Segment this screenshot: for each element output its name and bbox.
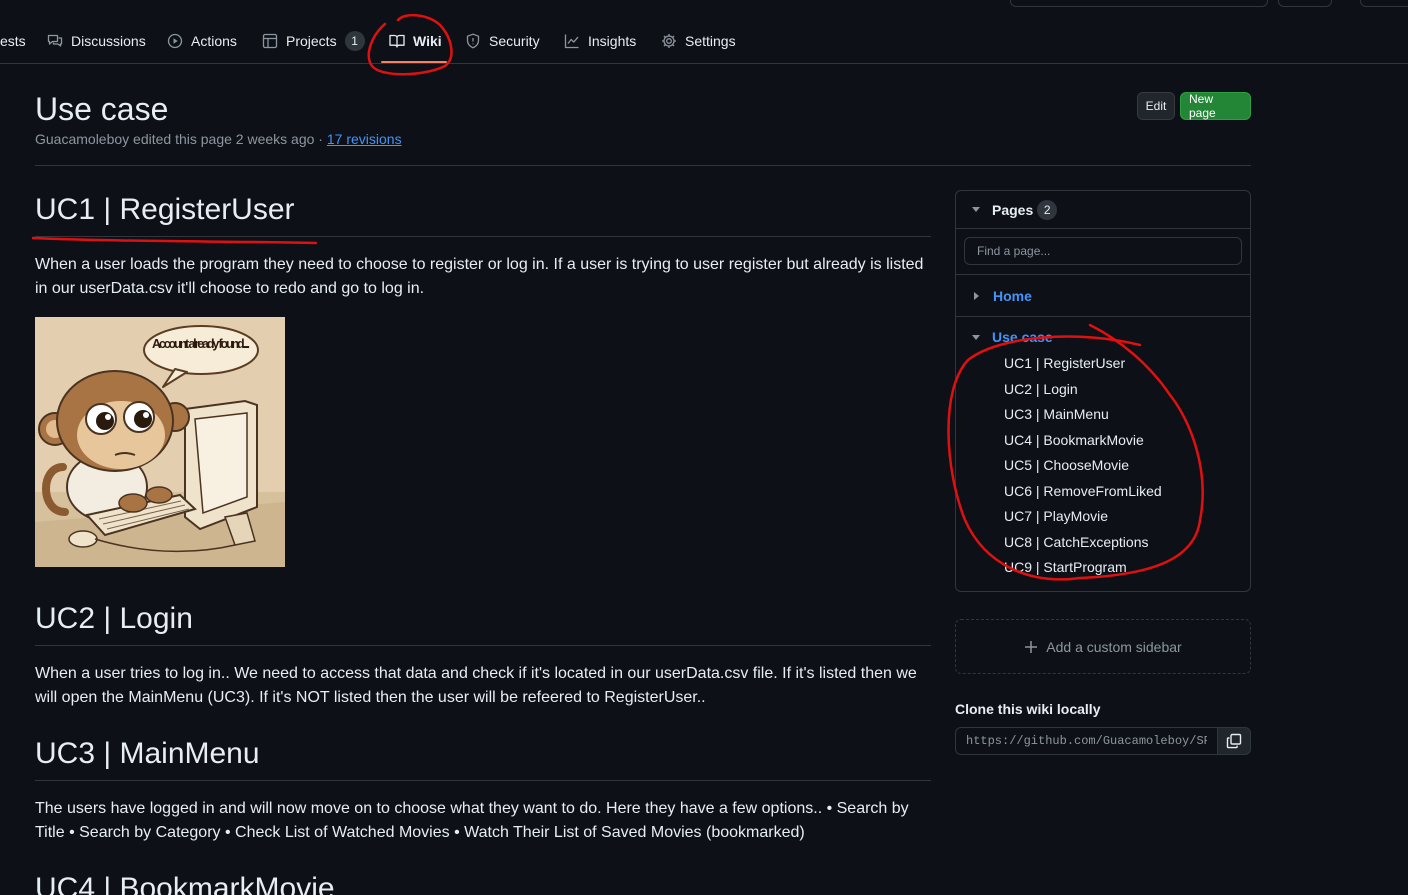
use-case-toggle[interactable]: Use case (956, 329, 1250, 345)
section-text-uc2: When a user tries to log in.. We need to… (35, 665, 917, 706)
nav-item-label: Security (489, 33, 540, 49)
shield-icon (466, 33, 480, 49)
play-icon (167, 33, 183, 49)
toc-link[interactable]: UC4 | BookmarkMovie (956, 428, 1250, 454)
wiki-pages-sidebar: Pages 2 Home Use case UC1 | RegisterUser… (955, 190, 1251, 592)
new-page-button[interactable]: New page (1180, 92, 1251, 120)
find-page-input[interactable] (964, 237, 1242, 265)
speech-bubble-text: Account already found.... (152, 337, 250, 351)
pages-counter: 2 (1037, 199, 1058, 220)
nav-item-label: Wiki (413, 33, 442, 49)
title-divider (35, 165, 1251, 166)
nav-item-label: Discussions (71, 33, 146, 49)
nav-item-requests[interactable]: ests (0, 30, 26, 52)
toc-link[interactable]: UC8 | CatchExceptions (956, 530, 1250, 556)
wiki-content: UC1 | RegisterUser When a user loads the… (35, 190, 931, 895)
chevron-down-icon (972, 207, 980, 212)
section-heading-uc2: UC2 | Login (35, 599, 931, 646)
pages-toggle[interactable]: Pages 2 (956, 191, 1250, 228)
toc-link[interactable]: UC1 | RegisterUser (956, 351, 1250, 377)
nav-item-insights[interactable]: Insights (564, 30, 636, 52)
copy-icon (1226, 733, 1242, 749)
page-meta: Guacamoleboy edited this page 2 weeks ag… (35, 131, 402, 147)
repo-nav: ests Discussions Actions Projects 1 Wiki… (0, 0, 1408, 64)
section-heading-uc3: UC3 | MainMenu (35, 734, 931, 781)
monkey-computer-image: Account already found.... (35, 317, 285, 567)
chevron-right-icon[interactable] (974, 291, 979, 300)
graph-icon (564, 34, 579, 49)
section-heading-uc4: UC4 | BookmarkMovie (35, 869, 931, 895)
page-filter (956, 228, 1250, 274)
section-text-uc1: When a user loads the program they need … (35, 256, 924, 297)
chevron-down-icon[interactable] (972, 334, 980, 340)
page-title: Use case (35, 91, 169, 127)
toc-link[interactable]: UC2 | Login (956, 377, 1250, 403)
nav-item-wiki[interactable]: Wiki (389, 30, 442, 52)
add-custom-sidebar-label: Add a custom sidebar (1046, 638, 1182, 655)
revisions-link[interactable]: 17 revisions (327, 131, 402, 147)
toc-link[interactable]: UC7 | PlayMovie (956, 504, 1250, 530)
book-icon (389, 34, 405, 48)
clone-url-input[interactable] (955, 727, 1217, 755)
toc-link[interactable]: UC9 | StartProgram (956, 555, 1250, 581)
nav-item-actions[interactable]: Actions (167, 30, 237, 52)
toc-link[interactable]: UC3 | MainMenu (956, 402, 1250, 428)
nav-item-security[interactable]: Security (465, 30, 540, 52)
sidebar-item-home[interactable]: Home (956, 274, 1250, 316)
nav-item-label: Insights (588, 33, 637, 49)
nav-item-projects[interactable]: Projects 1 (262, 30, 365, 52)
nav-item-label: ests (0, 33, 26, 49)
copy-button[interactable] (1217, 727, 1251, 755)
pages-label: Pages (992, 201, 1034, 218)
plus-icon (1025, 640, 1038, 653)
home-link[interactable]: Home (993, 288, 1032, 304)
nav-item-label: Actions (191, 33, 237, 49)
nav-item-label: Settings (685, 33, 736, 49)
clone-url-box (955, 727, 1251, 755)
use-case-link[interactable]: Use case (992, 329, 1053, 345)
add-custom-sidebar-button[interactable]: Add a custom sidebar (955, 619, 1251, 674)
table-icon (262, 33, 278, 49)
edit-button[interactable]: Edit (1137, 92, 1175, 120)
sidebar-item-use-case: Use case UC1 | RegisterUser UC2 | Login … (956, 316, 1250, 591)
projects-counter: 1 (344, 31, 365, 51)
selected-tab-underline (381, 61, 447, 63)
edit-info: Guacamoleboy edited this page 2 weeks ag… (35, 131, 327, 147)
nav-item-label: Projects (286, 33, 337, 49)
section-heading-uc1: UC1 | RegisterUser (35, 190, 931, 237)
gear-icon (662, 34, 676, 48)
comment-discussion-icon (47, 34, 63, 47)
clone-title: Clone this wiki locally (955, 701, 1101, 717)
section-text-uc3: The users have logged in and will now mo… (35, 800, 909, 841)
toc-link[interactable]: UC5 | ChooseMovie (956, 453, 1250, 479)
toc-link[interactable]: UC6 | RemoveFromLiked (956, 479, 1250, 505)
nav-item-discussions[interactable]: Discussions (47, 30, 146, 52)
nav-item-settings[interactable]: Settings (661, 30, 736, 52)
